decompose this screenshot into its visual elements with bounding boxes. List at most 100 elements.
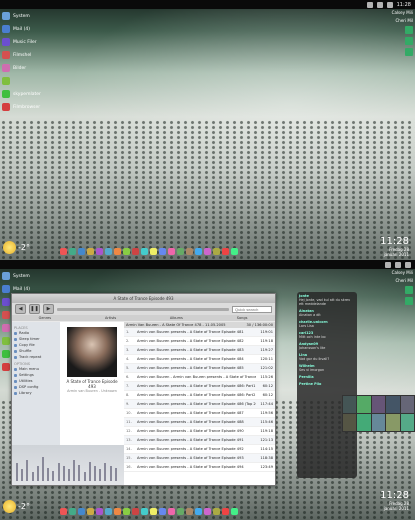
- pause-button[interactable]: ❚❚: [29, 304, 40, 314]
- app-icon[interactable]: [231, 508, 238, 515]
- column-artists[interactable]: Artists: [78, 315, 144, 321]
- app-icon[interactable]: [87, 248, 94, 255]
- launcher-item[interactable]: Filmbrowser: [2, 102, 41, 112]
- app-icon[interactable]: [159, 508, 166, 515]
- chat-message[interactable]: Pernilla: [299, 375, 355, 379]
- thumbnail[interactable]: [371, 396, 386, 413]
- sidebar-item[interactable]: Track repeat: [14, 354, 58, 360]
- app-icon[interactable]: [123, 248, 130, 255]
- chat-message[interactable]: Andyan09 Johansson's lite: [299, 342, 355, 350]
- contact-avatar[interactable]: [405, 26, 413, 34]
- music-player-window[interactable]: A State of Trance Episode 493 ◀ ❚❚ ▶ Gen…: [11, 293, 276, 486]
- app-icon[interactable]: [69, 508, 76, 515]
- app-icon[interactable]: [177, 508, 184, 515]
- contact-avatar[interactable]: [405, 48, 413, 56]
- thumbnail[interactable]: [357, 414, 371, 431]
- launcher-item[interactable]: System: [2, 271, 41, 281]
- app-icon[interactable]: [69, 248, 76, 255]
- seek-bar[interactable]: [57, 307, 229, 311]
- track-row[interactable]: 16. Armin van Buuren presents - A State o…: [124, 463, 275, 472]
- app-icon[interactable]: [159, 248, 166, 255]
- app-icon[interactable]: [150, 508, 157, 515]
- track-row[interactable]: 12. Armin van Buuren presents - A State o…: [124, 427, 275, 436]
- track-row[interactable]: 14. Armin van Buuren presents - A State o…: [124, 445, 275, 454]
- track-row[interactable]: 9. Armin van Buuren presents - A State of…: [124, 400, 275, 409]
- chat-message[interactable]: charlie.unicorn Lars Lisa: [299, 320, 355, 328]
- app-icon[interactable]: [150, 248, 157, 255]
- tray-icon[interactable]: [385, 261, 391, 268]
- chat-message[interactable]: Jonte Hej Jonte, vad kul att du skrev ett…: [299, 294, 355, 306]
- app-icon[interactable]: [105, 508, 112, 515]
- contact-avatar[interactable]: [405, 286, 413, 294]
- contact-avatar[interactable]: [405, 297, 413, 305]
- app-icon[interactable]: [78, 248, 85, 255]
- app-icon[interactable]: [132, 508, 139, 515]
- contact-name[interactable]: Cheri Mil: [385, 278, 414, 283]
- app-icon[interactable]: [141, 508, 148, 515]
- app-icon[interactable]: [96, 508, 103, 515]
- chat-message[interactable]: Wilhelm Ses vi imorgon: [299, 364, 355, 372]
- app-icon[interactable]: [195, 508, 202, 515]
- app-icon[interactable]: [60, 508, 67, 515]
- track-row[interactable]: 7. Armin van Buuren presents - A State of…: [124, 382, 275, 391]
- track-row[interactable]: 5. Armin van Buuren presents - A State of…: [124, 364, 275, 373]
- chat-message[interactable]: Ainatan Ainatan a dit: [299, 309, 355, 317]
- app-icon[interactable]: [114, 508, 121, 515]
- track-row[interactable]: 3. Armin van Buuren presents - A State of…: [124, 346, 275, 355]
- app-icon[interactable]: [168, 248, 175, 255]
- track-row[interactable]: 13. Armin van Buuren presents - A State o…: [124, 436, 275, 445]
- app-icon[interactable]: [186, 508, 193, 515]
- contact-name[interactable]: Calsey Mili: [385, 10, 413, 15]
- tray-icon[interactable]: [405, 261, 411, 268]
- chat-message[interactable]: carl123 Mitt och inte bo: [299, 331, 355, 339]
- thumbnail[interactable]: [400, 396, 414, 413]
- chat-message[interactable]: Pertine Pilo: [299, 382, 355, 386]
- album-cover[interactable]: [67, 327, 117, 377]
- tray-icon[interactable]: [386, 1, 393, 8]
- thumbnail[interactable]: [386, 396, 400, 413]
- app-icon[interactable]: [60, 248, 67, 255]
- tray-icon[interactable]: [376, 1, 383, 8]
- thumbnail[interactable]: [371, 414, 386, 431]
- contact-avatar[interactable]: [405, 37, 413, 45]
- track-row[interactable]: 6. Armin van Buuren - Armin van Buuren pr…: [124, 373, 275, 382]
- app-icon[interactable]: [213, 508, 220, 515]
- launcher-item[interactable]: System: [2, 11, 41, 21]
- launcher-item[interactable]: Mail (4): [2, 24, 41, 34]
- quick-search-input[interactable]: [232, 305, 272, 313]
- track-row[interactable]: 1. Armin van Buuren presents - A State of…: [124, 328, 275, 337]
- launcher-item[interactable]: [2, 76, 41, 86]
- thumbnail[interactable]: [343, 414, 357, 431]
- app-icon[interactable]: [87, 508, 94, 515]
- thumbnail[interactable]: [386, 414, 400, 431]
- track-row[interactable]: 8. Armin van Buuren presents - A State of…: [124, 391, 275, 400]
- app-icon[interactable]: [231, 248, 238, 255]
- thumbnail[interactable]: [357, 396, 371, 413]
- column-albums[interactable]: Albums: [144, 315, 210, 321]
- app-icon[interactable]: [132, 248, 139, 255]
- app-icon[interactable]: [105, 248, 112, 255]
- launcher-item[interactable]: skypemlater: [2, 89, 41, 99]
- thumbnail[interactable]: [400, 414, 414, 431]
- column-genres[interactable]: Genres: [12, 315, 78, 321]
- track-row[interactable]: 4. Armin van Buuren presents - A State of…: [124, 355, 275, 364]
- track-row[interactable]: 11. Armin van Buuren presents - A State o…: [124, 418, 275, 427]
- app-icon[interactable]: [177, 248, 184, 255]
- launcher-item[interactable]: Music Filer: [2, 37, 41, 47]
- app-icon[interactable]: [96, 248, 103, 255]
- app-icon[interactable]: [141, 248, 148, 255]
- previous-button[interactable]: ◀: [15, 304, 26, 314]
- app-icon[interactable]: [78, 508, 85, 515]
- sidebar-item[interactable]: Library: [14, 390, 58, 396]
- app-icon[interactable]: [195, 248, 202, 255]
- app-icon[interactable]: [204, 508, 211, 515]
- contact-name[interactable]: Calsey Mili: [385, 270, 413, 275]
- track-row[interactable]: 2. Armin van Buuren presents - A State of…: [124, 337, 275, 346]
- tray-icon[interactable]: [366, 1, 373, 8]
- app-icon[interactable]: [222, 508, 229, 515]
- app-icon[interactable]: [204, 248, 211, 255]
- next-button[interactable]: ▶: [43, 304, 54, 314]
- contact-name[interactable]: Cheri Mil: [385, 18, 414, 23]
- track-row[interactable]: 10. Armin van Buuren presents - A State o…: [124, 409, 275, 418]
- app-icon[interactable]: [186, 248, 193, 255]
